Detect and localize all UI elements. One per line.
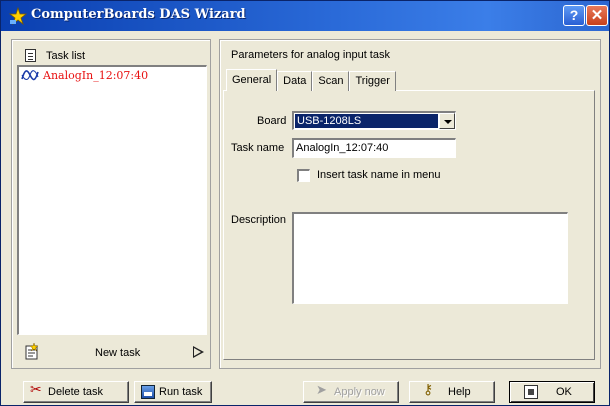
task-list-item[interactable]: AnalogIn_12:07:40 xyxy=(21,69,148,82)
task-list-header: Task list xyxy=(25,49,85,62)
new-task-icon xyxy=(25,343,39,360)
title-close-button[interactable]: ✕ xyxy=(586,5,608,26)
insert-in-menu-checkbox[interactable] xyxy=(297,169,310,182)
board-select-value: USB-1208LS xyxy=(295,114,438,128)
description-field[interactable] xyxy=(292,212,568,304)
title-bar[interactable]: ComputerBoards DAS Wizard ? ✕ xyxy=(1,1,609,31)
run-task-button[interactable]: Run task xyxy=(134,381,212,403)
analog-wave-icon xyxy=(21,70,39,81)
apply-now-button[interactable]: Apply now xyxy=(303,381,399,403)
run-task-icon xyxy=(141,385,155,399)
new-task-label: New task xyxy=(95,347,141,359)
title-help-button[interactable]: ? xyxy=(563,5,585,26)
apply-arrow-icon xyxy=(316,383,330,399)
task-name-label: Task name xyxy=(231,142,285,154)
ok-button[interactable]: OK xyxy=(509,381,595,403)
description-label: Description xyxy=(231,214,287,226)
parameter-tabs: General Data Scan Trigger xyxy=(226,69,396,91)
play-arrow-icon[interactable] xyxy=(193,346,204,358)
task-name-field[interactable]: AnalogIn_12:07:40 xyxy=(292,138,456,158)
ok-label: OK xyxy=(556,386,572,398)
task-list-doc-icon xyxy=(25,49,36,62)
scissors-icon xyxy=(30,382,44,399)
board-select[interactable]: USB-1208LS xyxy=(292,111,456,130)
new-task-row[interactable]: New task xyxy=(21,341,209,365)
wizard-star-icon xyxy=(9,7,27,25)
help-button[interactable]: Help xyxy=(409,381,495,403)
ok-icon xyxy=(524,385,538,399)
tab-general[interactable]: General xyxy=(226,69,278,91)
help-label: Help xyxy=(448,386,471,398)
tab-scan[interactable]: Scan xyxy=(312,71,350,91)
apply-now-label: Apply now xyxy=(334,386,385,398)
tab-data[interactable]: Data xyxy=(277,71,313,91)
parameters-heading: Parameters for analog input task xyxy=(231,49,390,61)
tab-trigger[interactable]: Trigger xyxy=(349,71,396,91)
run-task-label: Run task xyxy=(159,386,203,398)
delete-task-button[interactable]: Delete task xyxy=(23,381,129,403)
board-label: Board xyxy=(257,115,287,127)
task-list-box[interactable]: AnalogIn_12:07:40 xyxy=(17,65,207,335)
window-title: ComputerBoards DAS Wizard xyxy=(31,7,246,22)
das-wizard-window: ComputerBoards DAS Wizard ? ✕ Task list … xyxy=(0,0,610,406)
key-icon xyxy=(422,382,436,399)
insert-in-menu-label: Insert task name in menu xyxy=(317,169,441,181)
task-list-title: Task list xyxy=(46,49,86,62)
chevron-down-icon[interactable] xyxy=(439,113,455,129)
delete-task-label: Delete task xyxy=(48,386,104,398)
task-item-label: AnalogIn_12:07:40 xyxy=(43,69,149,82)
